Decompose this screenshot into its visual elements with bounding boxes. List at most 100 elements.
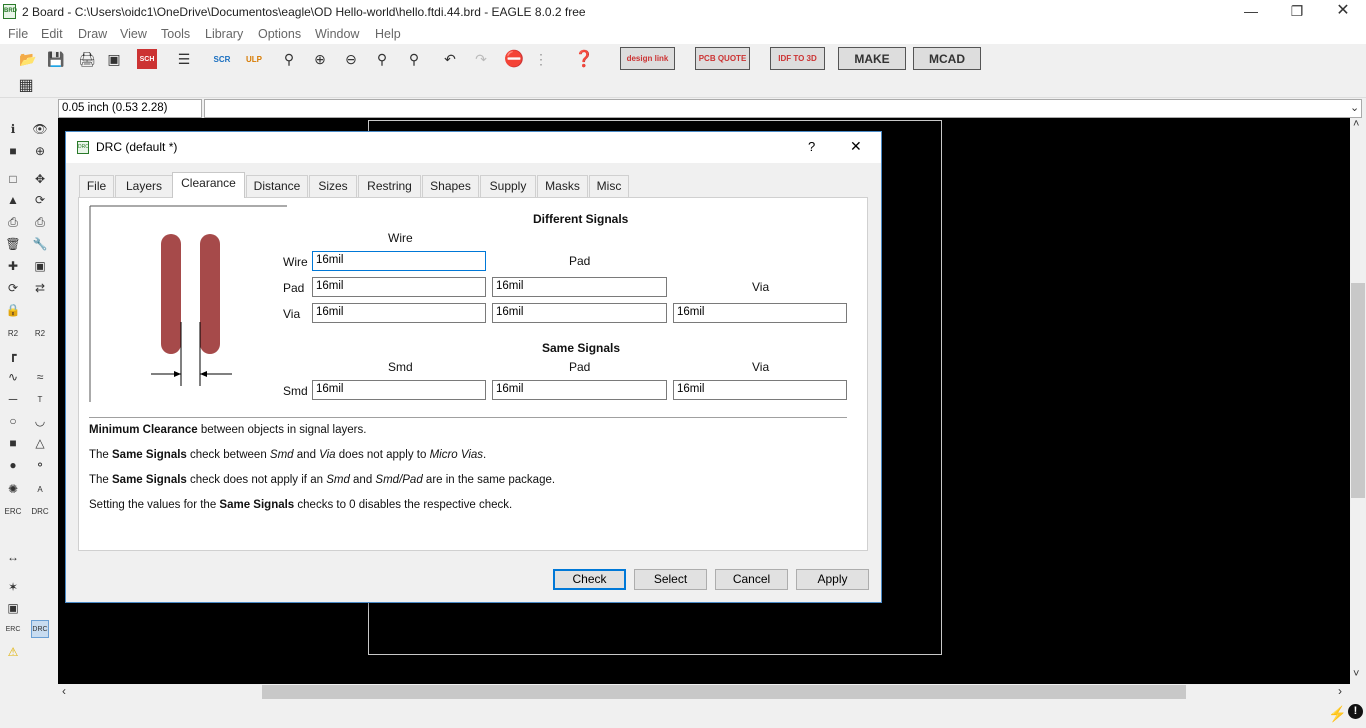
via-icon[interactable]: ●: [4, 456, 22, 474]
menu-tools[interactable]: Tools: [161, 27, 190, 41]
meander-icon[interactable]: ∿: [4, 368, 22, 386]
tab-restring[interactable]: Restring: [358, 175, 421, 197]
menu-help[interactable]: Help: [375, 27, 401, 41]
scroll-right-icon[interactable]: ›: [1338, 684, 1342, 698]
rect-icon[interactable]: ■: [4, 434, 22, 452]
zoom-in-icon[interactable]: ⊕: [310, 49, 330, 69]
erc-icon[interactable]: ERC: [4, 502, 22, 520]
scroll-up-icon[interactable]: ˄: [1353, 118, 1359, 130]
circle-icon[interactable]: ○: [4, 412, 22, 430]
name-icon[interactable]: R2: [4, 324, 22, 342]
go-icon[interactable]: ⋮: [531, 49, 551, 69]
apply-button[interactable]: Apply: [796, 569, 869, 590]
cancel-button[interactable]: Cancel: [715, 569, 788, 590]
help-icon[interactable]: ❓: [574, 49, 594, 69]
zoom-out-icon[interactable]: ⊖: [341, 49, 361, 69]
via-pad-input[interactable]: 16mil: [492, 303, 667, 323]
smd-pad-input[interactable]: 16mil: [492, 380, 667, 400]
print-icon[interactable]: 🖨: [77, 49, 97, 69]
mcad-button[interactable]: MCAD: [913, 47, 981, 70]
horizontal-scroll-thumb[interactable]: [262, 685, 1186, 699]
arc2-icon[interactable]: ◡: [31, 412, 49, 430]
vertical-scroll-thumb[interactable]: [1351, 283, 1365, 498]
cam-icon[interactable]: ▣: [104, 49, 124, 69]
ratsnest-icon[interactable]: ✺: [4, 480, 22, 498]
pad-wire-input[interactable]: 16mil: [312, 277, 486, 297]
mirror-icon[interactable]: ▲: [4, 191, 22, 209]
grid-icon[interactable]: ▦: [16, 75, 36, 95]
drc-icon[interactable]: DRC: [31, 502, 49, 520]
tab-layers[interactable]: Layers: [115, 175, 173, 197]
errors-icon[interactable]: ⚠: [4, 643, 22, 661]
zoom-redraw-icon[interactable]: ⚲: [372, 49, 392, 69]
wire-icon[interactable]: ─: [4, 390, 22, 408]
close-window-button[interactable]: ✕: [1320, 0, 1366, 24]
wrench-icon[interactable]: 🔧: [31, 235, 49, 253]
miter-icon[interactable]: ┏: [4, 346, 22, 364]
lock-icon[interactable]: 🔒: [4, 301, 22, 319]
wire-wire-input[interactable]: 16mil: [312, 251, 486, 271]
script-icon[interactable]: SCR: [212, 49, 232, 69]
split-icon[interactable]: ⇄: [31, 279, 49, 297]
tab-misc[interactable]: Misc: [589, 175, 629, 197]
via-wire-input[interactable]: 16mil: [312, 303, 486, 323]
tab-supply[interactable]: Supply: [480, 175, 536, 197]
eye-icon[interactable]: 👁: [31, 120, 49, 138]
library-icon[interactable]: ☰: [174, 49, 194, 69]
dialog-help-button[interactable]: ?: [808, 139, 815, 154]
tab-sizes[interactable]: Sizes: [309, 175, 357, 197]
idf-to-3d-button[interactable]: IDF TO 3D: [770, 47, 825, 70]
tab-file[interactable]: File: [79, 175, 114, 197]
delete-icon[interactable]: 🗑: [4, 235, 22, 253]
pad-pad-input[interactable]: 16mil: [492, 277, 667, 297]
redo-icon[interactable]: ↷: [471, 49, 491, 69]
scroll-down-icon[interactable]: ˅: [1353, 668, 1359, 680]
menu-file[interactable]: File: [8, 27, 28, 41]
open-icon[interactable]: 📂: [18, 49, 38, 69]
menu-view[interactable]: View: [120, 27, 147, 41]
measure-icon[interactable]: ↔: [4, 548, 22, 566]
design-link-button[interactable]: design link: [620, 47, 675, 70]
ratsnest2-icon[interactable]: ✶: [4, 578, 22, 596]
stop-icon[interactable]: ⛔: [504, 49, 524, 69]
zoom-select-icon[interactable]: ⚲: [404, 49, 424, 69]
drc-check-icon[interactable]: DRC: [31, 620, 49, 638]
smd-via-input[interactable]: 16mil: [673, 380, 847, 400]
sch-brd-icon[interactable]: SCH: [137, 49, 157, 69]
select-icon[interactable]: □: [4, 170, 22, 188]
check-button[interactable]: Check: [553, 569, 626, 590]
restore-button[interactable]: ❐: [1274, 0, 1320, 24]
rotate-icon[interactable]: ⟳: [31, 191, 49, 209]
layer-icon[interactable]: ■: [4, 142, 22, 160]
via-via-input[interactable]: 16mil: [673, 303, 847, 323]
minimize-button[interactable]: —: [1228, 0, 1274, 24]
info-status-icon[interactable]: !: [1348, 704, 1363, 719]
undo-icon[interactable]: ↶: [440, 49, 460, 69]
auto-icon[interactable]: ▣: [4, 599, 22, 617]
menu-library[interactable]: Library: [205, 27, 243, 41]
text-icon[interactable]: T: [31, 390, 49, 408]
group-icon[interactable]: ▣: [31, 257, 49, 275]
pcb-quote-button[interactable]: PCB QUOTE: [695, 47, 750, 70]
scroll-left-icon[interactable]: ‹: [62, 684, 66, 698]
tab-masks[interactable]: Masks: [537, 175, 588, 197]
dialog-close-button[interactable]: ✕: [850, 138, 862, 155]
paste-icon[interactable]: ⎙: [31, 213, 49, 231]
signal-icon[interactable]: A: [31, 480, 49, 498]
info-icon[interactable]: ℹ: [4, 120, 22, 138]
tab-distance[interactable]: Distance: [246, 175, 308, 197]
command-line-input[interactable]: [204, 99, 1362, 118]
select-button[interactable]: Select: [634, 569, 707, 590]
erc-check-icon[interactable]: ERC: [4, 620, 22, 638]
value-icon[interactable]: R2: [31, 324, 49, 342]
move-icon[interactable]: ✥: [31, 170, 49, 188]
mark-icon[interactable]: ⊕: [31, 142, 49, 160]
menu-edit[interactable]: Edit: [41, 27, 63, 41]
menu-draw[interactable]: Draw: [78, 27, 107, 41]
replace-icon[interactable]: ⟳: [4, 279, 22, 297]
smd-smd-input[interactable]: 16mil: [312, 380, 486, 400]
ulp-icon[interactable]: ULP: [244, 49, 264, 69]
polygon-icon[interactable]: △: [31, 434, 49, 452]
tab-clearance[interactable]: Clearance: [172, 172, 245, 198]
hole-icon[interactable]: ⚬: [31, 456, 49, 474]
